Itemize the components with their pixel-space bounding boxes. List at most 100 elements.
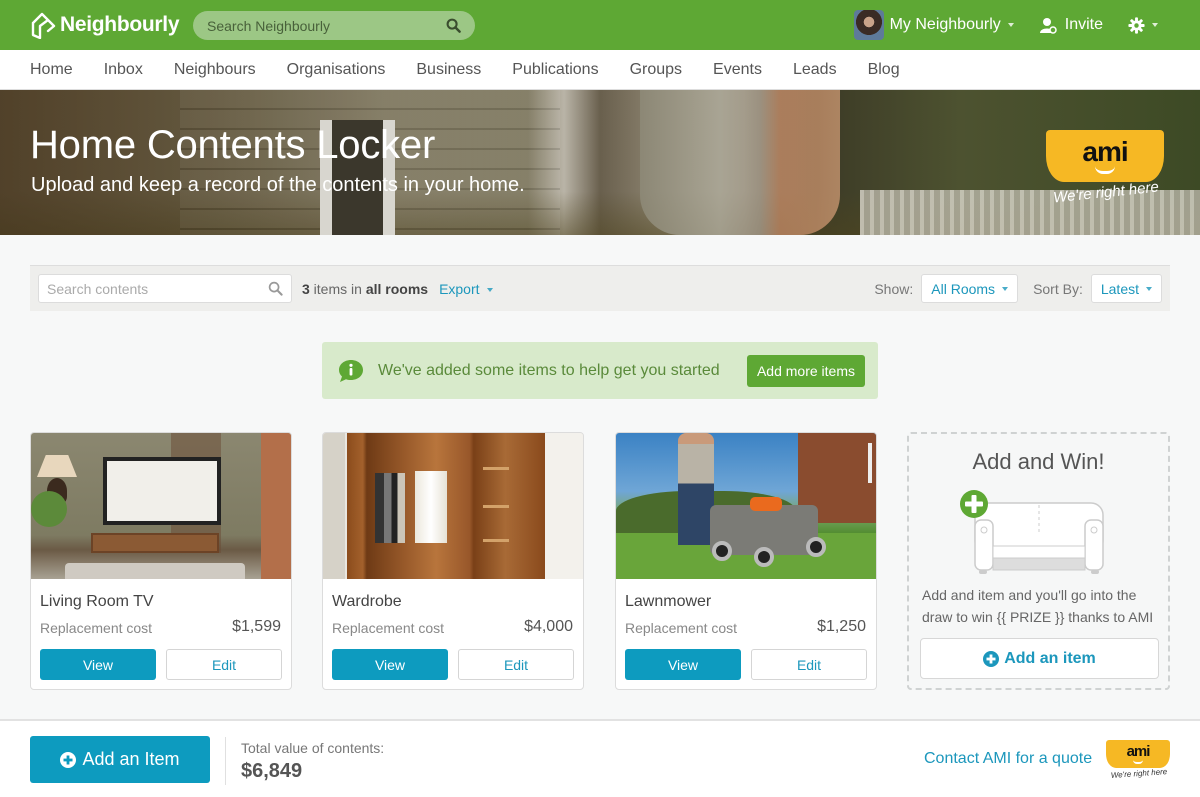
show-label: Show:: [874, 280, 914, 297]
total-value-label: Total value of contents:: [241, 740, 385, 756]
replacement-cost-label: Replacement cost: [625, 620, 738, 636]
nav-groups[interactable]: Groups: [630, 61, 682, 79]
ami-wordmark: ami: [1082, 135, 1128, 167]
footer-divider: [225, 737, 226, 785]
page-subtitle: Upload and keep a record of the contents…: [31, 174, 525, 196]
nav-blog[interactable]: Blog: [868, 61, 900, 79]
nav-events[interactable]: Events: [713, 61, 762, 79]
brand-name: Neighbourly: [60, 13, 180, 36]
total-value: $6,849: [241, 760, 303, 782]
global-search[interactable]: [193, 11, 475, 40]
item-count: 3 items in all rooms: [302, 281, 428, 297]
item-card-wardrobe: Wardrobe Replacement cost $4,000 View Ed…: [322, 432, 584, 690]
export-label: Export: [439, 280, 480, 297]
item-price: $1,599: [232, 618, 281, 635]
sort-value: Latest: [1100, 280, 1139, 297]
item-count-number: 3: [302, 280, 310, 297]
invite-button[interactable]: Invite: [1039, 16, 1103, 34]
chevron-down-icon: [1146, 286, 1152, 291]
house-outline-icon: [31, 12, 56, 39]
nav-home[interactable]: Home: [30, 61, 73, 79]
contents-search-input[interactable]: [47, 280, 268, 297]
ami-shield: ami: [1106, 740, 1170, 768]
my-neighbourly-menu[interactable]: My Neighbourly: [853, 10, 1014, 40]
ami-shield: ami: [1046, 130, 1164, 182]
ami-tagline: We're right here: [1110, 767, 1168, 780]
add-an-item-label: Add an item: [1004, 649, 1096, 667]
item-count-scope: all rooms: [365, 280, 429, 297]
nav-business[interactable]: Business: [416, 61, 481, 79]
avatar: [853, 10, 884, 40]
nav-inbox[interactable]: Inbox: [104, 61, 143, 79]
chevron-down-icon: [1007, 23, 1014, 27]
main-nav: Home Inbox Neighbours Organisations Busi…: [0, 50, 1200, 90]
global-search-input[interactable]: [207, 17, 446, 34]
invite-label: Invite: [1064, 16, 1103, 33]
contents-toolbar: 3 items in all rooms Export Show: All Ro…: [30, 265, 1170, 311]
sort-label: Sort By:: [1033, 280, 1083, 297]
room-filter-value: All Rooms: [931, 280, 996, 297]
edit-button[interactable]: Edit: [166, 649, 282, 680]
info-chat-icon: [339, 359, 363, 382]
top-bar: Neighbourly My Neighbourly Invite: [0, 0, 1200, 50]
add-more-items-button[interactable]: Add more items: [746, 354, 865, 387]
smile-icon: [1095, 166, 1115, 174]
gear-icon: [1128, 16, 1145, 34]
export-dropdown[interactable]: Export: [439, 280, 493, 297]
page-title: Home Contents Locker: [30, 123, 436, 167]
ami-logo-small: ami We're right here: [1106, 740, 1172, 780]
chevron-down-icon: [486, 287, 493, 292]
plus-circle-icon: [60, 751, 77, 768]
summary-footer: Add an Item Total value of contents: $6,…: [0, 719, 1200, 797]
nav-organisations[interactable]: Organisations: [287, 61, 386, 79]
view-button[interactable]: View: [332, 649, 448, 680]
contact-ami-link[interactable]: Contact AMI for a quote: [924, 750, 1092, 768]
ami-wordmark: ami: [1126, 742, 1151, 760]
plus-circle-icon: [983, 650, 1000, 667]
user-plus-icon: [1039, 17, 1057, 34]
nav-neighbours[interactable]: Neighbours: [174, 61, 256, 79]
item-photo[interactable]: [31, 433, 291, 579]
promo-text: Add and item and you'll go into the draw…: [922, 587, 1154, 625]
chevron-down-icon: [1002, 286, 1009, 291]
chevron-down-icon: [1152, 23, 1158, 27]
notice-message: We've added some items to help get you s…: [378, 361, 720, 379]
nav-leads[interactable]: Leads: [793, 61, 837, 79]
room-filter-select[interactable]: All Rooms: [921, 274, 1019, 303]
nav-publications[interactable]: Publications: [512, 61, 598, 79]
smile-icon: [1133, 760, 1143, 764]
item-count-mid: items in: [309, 280, 366, 297]
item-name: Lawnmower: [625, 593, 712, 610]
view-button[interactable]: View: [40, 649, 156, 680]
hero-banner: Home Contents Locker Upload and keep a r…: [0, 90, 1200, 235]
add-item-primary-button[interactable]: Add an Item: [30, 736, 210, 783]
item-name: Wardrobe: [332, 593, 402, 610]
item-card-living-room-tv: Living Room TV Replacement cost $1,599 V…: [30, 432, 292, 690]
top-right-menu: My Neighbourly Invite: [853, 0, 1200, 50]
item-price: $1,250: [817, 618, 866, 635]
edit-button[interactable]: Edit: [751, 649, 867, 680]
item-price: $4,000: [524, 618, 573, 635]
hero-image-person: [640, 90, 840, 235]
item-name: Living Room TV: [40, 593, 154, 610]
item-photo[interactable]: [323, 433, 583, 579]
replacement-cost-label: Replacement cost: [332, 620, 445, 636]
edit-button[interactable]: Edit: [458, 649, 574, 680]
add-and-win-card: Add and Win! Add and item and you'll go …: [907, 432, 1170, 690]
view-button[interactable]: View: [625, 649, 741, 680]
ami-logo: ami We're right here: [1046, 130, 1166, 206]
search-icon[interactable]: [268, 281, 283, 296]
sort-select[interactable]: Latest: [1090, 274, 1162, 303]
contents-search[interactable]: [38, 274, 292, 303]
search-icon[interactable]: [446, 18, 461, 33]
my-neighbourly-label: My Neighbourly: [889, 16, 1001, 33]
brand-logo[interactable]: Neighbourly: [30, 10, 180, 40]
item-photo[interactable]: [616, 433, 876, 579]
replacement-cost-label: Replacement cost: [40, 620, 153, 636]
sofa-add-icon: [960, 490, 1104, 574]
promo-title: Add and Win!: [972, 449, 1105, 474]
settings-menu[interactable]: [1128, 16, 1158, 34]
add-item-primary-label: Add an Item: [82, 749, 180, 769]
add-an-item-button[interactable]: Add an item: [920, 638, 1159, 679]
getting-started-notice: We've added some items to help get you s…: [322, 342, 878, 399]
